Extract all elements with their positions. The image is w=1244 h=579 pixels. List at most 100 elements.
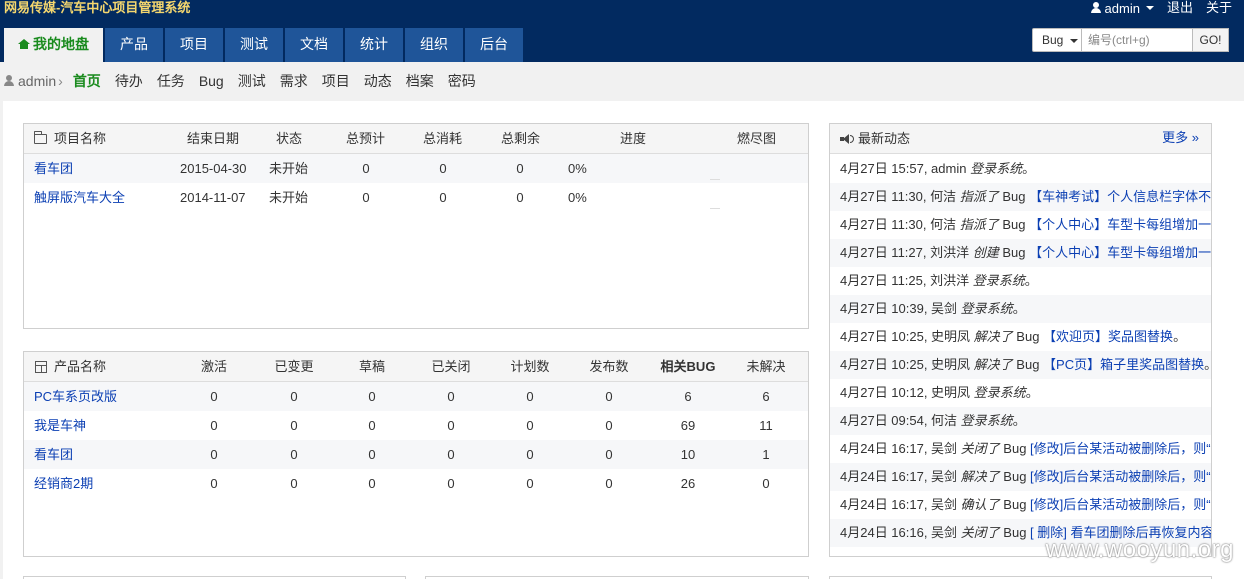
project-table-header: 项目名称 结束日期 状态 总预计 总消耗 总剩余 进度 燃尽图 bbox=[24, 124, 808, 154]
sub-nav-project[interactable]: 项目 bbox=[322, 71, 350, 91]
activity-item: 4月27日 10:25, 史明凤 解决了 Bug 【PC页】箱子里奖品图替换。 bbox=[830, 351, 1211, 379]
sub-nav-task[interactable]: 任务 bbox=[157, 71, 185, 91]
col-closed: 已关闭 bbox=[431, 359, 471, 374]
project-panel: 项目名称 结束日期 状态 总预计 总消耗 总剩余 进度 燃尽图 看车团 2015… bbox=[23, 123, 809, 329]
nav-tab-test[interactable]: 测试 bbox=[225, 28, 283, 62]
nav-tab-project[interactable]: 项目 bbox=[165, 28, 223, 62]
activity-verb: 登录系统 bbox=[960, 413, 1013, 428]
main-nav: 我的地盘 产品 项目 测试 文档 统计 组织 后台 bbox=[4, 28, 523, 62]
end-date: 2014-11-07 bbox=[180, 190, 246, 205]
search-box: Bug GO! bbox=[1032, 28, 1229, 52]
breadcrumb-user: admin bbox=[18, 73, 57, 89]
more-link[interactable]: 更多 » bbox=[1162, 124, 1199, 154]
product-cell: 6 bbox=[684, 389, 692, 404]
left: 0 bbox=[516, 190, 524, 205]
project-name-link[interactable]: 看车团 bbox=[34, 154, 73, 183]
search-type-select[interactable]: Bug bbox=[1032, 28, 1082, 52]
nav-tab-doc[interactable]: 文档 bbox=[285, 28, 343, 62]
burndown-mini-chart bbox=[710, 179, 720, 180]
product-name-link[interactable]: PC车系页改版 bbox=[34, 382, 117, 411]
nav-tab-report[interactable]: 统计 bbox=[345, 28, 403, 62]
product-cell: 0 bbox=[210, 476, 218, 491]
activity-link[interactable]: 【个人中心】车型卡每组增加一 bbox=[1029, 245, 1211, 260]
activity-item: 4月27日 10:12, 史明凤 登录系统。 bbox=[830, 379, 1211, 407]
product-cell: 6 bbox=[762, 389, 770, 404]
product-name-link[interactable]: 我是车神 bbox=[34, 411, 86, 440]
activity-time-actor: 4月27日 10:25, 史明凤 bbox=[840, 329, 974, 344]
sub-nav-profile[interactable]: 档案 bbox=[406, 71, 434, 91]
activity-link[interactable]: [修改]后台某活动被删除后，则“ bbox=[1030, 469, 1211, 484]
product-cell: 69 bbox=[680, 418, 696, 433]
table-row: 看车团 0 0 0 0 0 0 10 1 bbox=[24, 440, 808, 469]
folder-icon bbox=[34, 131, 47, 144]
product-cell: 1 bbox=[762, 447, 770, 462]
col-active: 激活 bbox=[200, 359, 227, 374]
activity-verb: 确认了 bbox=[960, 497, 1000, 512]
search-input[interactable] bbox=[1082, 28, 1193, 52]
chevron-down-icon bbox=[1069, 38, 1078, 43]
progress: 0% bbox=[568, 190, 587, 205]
product-cell: 0 bbox=[447, 389, 455, 404]
activity-item: 4月24日 16:17, 吴剑 确认了 Bug [修改]后台某活动被删除后，则“ bbox=[830, 491, 1211, 519]
table-row: PC车系页改版 0 0 0 0 0 0 6 6 bbox=[24, 382, 808, 411]
logout-link[interactable]: 退出 bbox=[1167, 0, 1193, 16]
breadcrumb: admin › bbox=[4, 73, 63, 89]
activity-link[interactable]: 【车神考试】个人信息栏字体不 bbox=[1029, 189, 1211, 204]
project-name-link[interactable]: 触屏版汽车大全 bbox=[34, 183, 125, 212]
col-product-name: 产品名称 bbox=[54, 359, 107, 374]
sub-nav-password[interactable]: 密码 bbox=[448, 71, 476, 91]
activity-link[interactable]: 【欢迎页】奖品图替换 bbox=[1043, 329, 1173, 344]
sub-nav-todo[interactable]: 待办 bbox=[115, 71, 143, 91]
sub-nav-home[interactable]: 首页 bbox=[73, 71, 101, 91]
sub-nav: admin › 首页 待办 任务 Bug 测试 需求 项目 动态 档案 密码 bbox=[4, 62, 490, 100]
activity-link[interactable]: [修改]后台某活动被删除后，则“ bbox=[1030, 497, 1211, 512]
nav-tab-admin[interactable]: 后台 bbox=[465, 28, 523, 62]
nav-tab-my[interactable]: 我的地盘 bbox=[4, 28, 103, 62]
sub-nav-dynamic[interactable]: 动态 bbox=[364, 71, 392, 91]
about-link[interactable]: 关于 bbox=[1206, 0, 1232, 16]
activity-time-actor: 4月24日 16:17, 吴剑 bbox=[840, 441, 961, 456]
activity-verb: 关闭了 bbox=[960, 441, 1000, 456]
col-draft: 草稿 bbox=[358, 359, 385, 374]
nav-tab-label: 我的地盘 bbox=[33, 36, 89, 52]
cube-icon bbox=[35, 361, 47, 373]
product-cell: 0 bbox=[605, 389, 613, 404]
sub-nav-test[interactable]: 测试 bbox=[238, 71, 266, 91]
activity-time-actor: 4月27日 11:27, 刘洪洋 bbox=[840, 245, 973, 260]
app-title: 网易传媒-汽车中心项目管理系统 bbox=[4, 0, 191, 15]
activity-time-actor: 4月27日 15:57, admin bbox=[840, 161, 971, 176]
activity-link[interactable]: 【PC页】箱子里奖品图替换 bbox=[1043, 357, 1204, 372]
status: 未开始 bbox=[269, 190, 309, 205]
sub-nav-story[interactable]: 需求 bbox=[280, 71, 308, 91]
search-go-button[interactable]: GO! bbox=[1193, 28, 1229, 52]
activity-item: 4月27日 10:25, 史明凤 解决了 Bug 【欢迎页】奖品图替换。 bbox=[830, 323, 1211, 351]
product-cell: 0 bbox=[290, 447, 298, 462]
product-table-header: 产品名称 激活 已变更 草稿 已关闭 计划数 发布数 相关BUG 未解决 bbox=[24, 352, 808, 382]
burndown-mini-chart bbox=[710, 208, 720, 209]
top-header: 网易传媒-汽车中心项目管理系统 admin 退出 关于 我的地盘 产品 项目 测… bbox=[0, 0, 1244, 62]
col-bugs: 相关BUG bbox=[660, 359, 716, 374]
activity-link[interactable]: [修改]后台某活动被删除后，则“ bbox=[1030, 441, 1211, 456]
estimate: 0 bbox=[362, 190, 370, 205]
nav-tab-product[interactable]: 产品 bbox=[105, 28, 163, 62]
activity-object-type: Bug bbox=[999, 497, 1031, 512]
activity-suffix: 。 bbox=[1012, 301, 1026, 316]
activity-time-actor: 4月27日 11:25, 刘洪洋 bbox=[840, 273, 973, 288]
activity-verb: 解决了 bbox=[973, 329, 1013, 344]
nav-tab-company[interactable]: 组织 bbox=[405, 28, 463, 62]
activity-time-actor: 4月27日 11:30, 何洁 bbox=[840, 189, 960, 204]
product-name-link[interactable]: 看车团 bbox=[34, 440, 73, 469]
activity-verb: 创建 bbox=[972, 245, 999, 260]
table-row: 触屏版汽车大全 2014-11-07 未开始 0 0 0 0% bbox=[24, 183, 808, 212]
search-type-label: Bug bbox=[1042, 33, 1064, 47]
user-menu[interactable]: admin bbox=[1090, 0, 1154, 16]
dynamic-title: 最新动态 bbox=[858, 131, 911, 146]
activity-time-actor: 4月27日 10:39, 吴剑 bbox=[840, 301, 961, 316]
activity-verb: 登录系统 bbox=[972, 273, 1025, 288]
activity-link[interactable]: 【个人中心】车型卡每组增加一 bbox=[1029, 217, 1211, 232]
col-end-date: 结束日期 bbox=[187, 131, 240, 146]
sub-nav-bug[interactable]: Bug bbox=[199, 73, 224, 89]
consumed: 0 bbox=[439, 161, 447, 176]
product-name-link[interactable]: 经销商2期 bbox=[34, 469, 93, 498]
activity-object-type: Bug bbox=[999, 441, 1031, 456]
